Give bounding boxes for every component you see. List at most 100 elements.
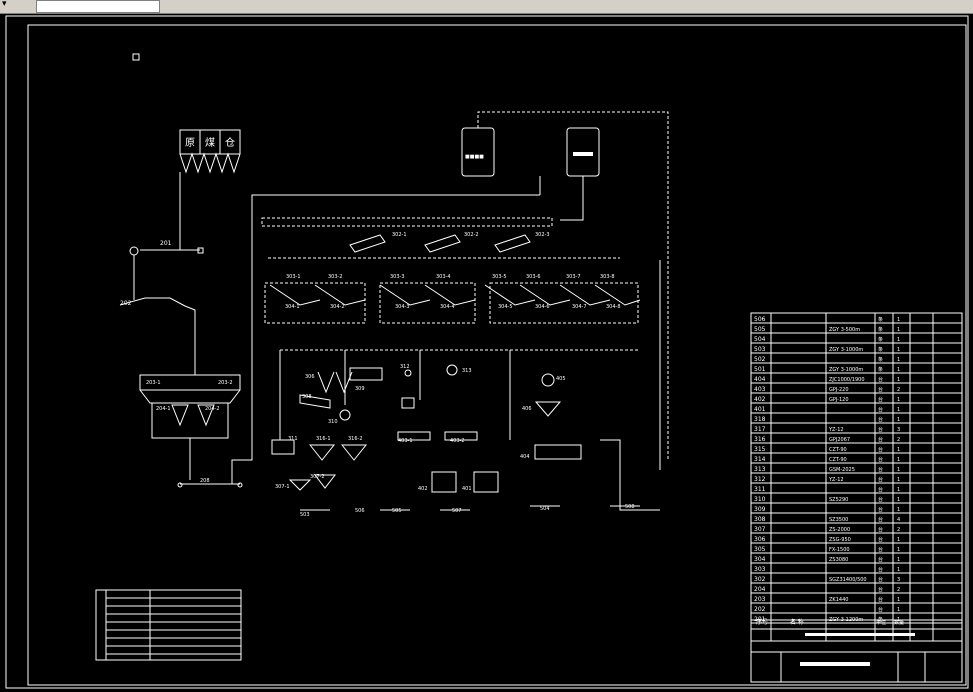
- table-cell-unit: 台: [878, 486, 883, 493]
- table-cell-spec: YZ-12: [828, 427, 844, 433]
- table-cell-no: 318: [754, 416, 766, 423]
- outer-border: [5, 15, 969, 689]
- screen-unit-203: 203-1 203-2 204-1 204-2: [139, 374, 241, 480]
- label-302b: 302-2: [464, 232, 479, 238]
- label-310: 310: [328, 419, 338, 425]
- label-304e: 304-5: [498, 304, 513, 310]
- table-cell-no: 504: [754, 336, 766, 343]
- label-303h: 303-8: [600, 274, 615, 280]
- marker-square: [132, 53, 140, 61]
- legend-box: [95, 589, 242, 661]
- table-cell-unit: 条: [878, 356, 883, 363]
- label-304h: 304-8: [606, 304, 621, 310]
- table-cell-unit: 台: [878, 516, 883, 523]
- bunker-char-2: 煤: [205, 136, 215, 149]
- label-304g: 304-7: [572, 304, 587, 310]
- table-cell-spec: SZ3500: [829, 517, 848, 523]
- label-307a: 307-1: [275, 484, 290, 490]
- table-cell-unit: 台: [878, 586, 883, 593]
- label-303a: 303-1: [286, 274, 301, 280]
- raw-coal-bunker: 原 煤 仓: [179, 129, 241, 174]
- label-316a: 316-1: [316, 436, 331, 442]
- table-cell-unit: 台: [878, 556, 883, 563]
- table-cell-qty: 1: [897, 317, 900, 323]
- table-cell-qty: 1: [897, 417, 900, 423]
- label-508: 508: [625, 504, 635, 510]
- label-303d: 303-4: [436, 274, 451, 280]
- table-cell-unit: 条: [878, 336, 883, 343]
- label-302c: 302-3: [535, 232, 550, 238]
- table-cell-unit: 台: [878, 506, 883, 513]
- table-cell-qty: 1: [897, 407, 900, 413]
- label-404: 404: [520, 454, 530, 460]
- table-cell-unit: 台: [878, 406, 883, 413]
- label-313: 313: [462, 368, 472, 374]
- label-201: 201: [160, 240, 172, 247]
- table-cell-qty: 2: [897, 387, 900, 393]
- table-cell-unit: 台: [878, 436, 883, 443]
- label-403b: 403-2: [450, 438, 465, 444]
- table-cell-unit: 台: [878, 396, 883, 403]
- table-cell-no: 502: [754, 356, 766, 363]
- label-304f: 304-6: [535, 304, 550, 310]
- middle-equipment: 306 309 308 310 311 316-1 316-2 307-1 30…: [271, 260, 661, 518]
- tank-left-label: ■■■■: [465, 154, 484, 160]
- label-312: 312: [400, 364, 410, 370]
- label-303g: 303-7: [566, 274, 581, 280]
- label-308: 308: [302, 394, 312, 400]
- label-309: 309: [355, 386, 365, 392]
- recycle-line: [477, 111, 669, 460]
- label-504: 504: [540, 506, 550, 512]
- dropdown-arrow-icon[interactable]: ▾: [2, 0, 7, 11]
- table-cell-qty: 1: [897, 337, 900, 343]
- table-cell-spec: GPJ-220: [829, 387, 849, 393]
- table-cell-qty: 1: [897, 447, 900, 453]
- label-406: 406: [522, 406, 532, 412]
- table-cell-unit: 台: [878, 606, 883, 613]
- label-203b: 203-2: [218, 380, 233, 386]
- drawing-tab[interactable]: [36, 0, 160, 13]
- table-cell-qty: 1: [897, 487, 900, 493]
- label-303b: 303-2: [328, 274, 343, 280]
- table-cell-qty: 1: [897, 497, 900, 503]
- table-cell-qty: 1: [897, 397, 900, 403]
- table-cell-no: 202: [754, 606, 766, 613]
- table-cell-unit: 台: [878, 466, 883, 473]
- table-cell-spec: ZK1440: [829, 597, 848, 603]
- table-cell-no: 312: [754, 476, 766, 483]
- label-507: 507: [452, 508, 462, 514]
- table-cell-spec: CZT-90: [829, 457, 847, 463]
- label-202: 202: [120, 300, 132, 307]
- inner-border: [27, 24, 967, 686]
- table-cell-no: 203: [754, 596, 766, 603]
- table-cell-no: 306: [754, 536, 766, 543]
- label-405: 405: [556, 376, 566, 382]
- table-cell-qty: 1: [897, 537, 900, 543]
- table-cell-spec: CZT-90: [829, 447, 847, 453]
- table-cell-no: 302: [754, 576, 766, 583]
- table-cell-qty: 2: [897, 527, 900, 533]
- table-cell-spec: ZJC1000/1900: [829, 377, 865, 383]
- process-flow-diagram: 原 煤 仓 201 202 203-1 203-2 204-1 204-2 20…: [5, 15, 969, 689]
- table-cell-no: 308: [754, 516, 766, 523]
- tank-left: ■■■■: [461, 127, 495, 177]
- table-cell-qty: 1: [897, 347, 900, 353]
- bunker-char-3: 仓: [225, 136, 235, 149]
- table-cell-no: 402: [754, 396, 766, 403]
- table-cell-no: 401: [754, 406, 766, 413]
- title-block: [750, 619, 963, 683]
- table-cell-spec: ZGY 3-500m: [829, 327, 860, 333]
- table-cell-spec: ZGY 3-1000m: [829, 367, 863, 373]
- table-cell-no: 506: [754, 316, 766, 323]
- table-cell-no: 404: [754, 376, 766, 383]
- feed-conveyor-201: 201 202: [119, 172, 204, 375]
- table-cell-unit: 台: [878, 496, 883, 503]
- table-cell-unit: 台: [878, 536, 883, 543]
- table-cell-qty: 4: [897, 517, 900, 523]
- table-cell-qty: 1: [897, 377, 900, 383]
- label-316b: 316-2: [348, 436, 363, 442]
- screens-302: 302-1 302-2 302-3: [261, 217, 620, 259]
- label-403a: 403-1: [398, 438, 413, 444]
- label-505: 505: [392, 508, 402, 514]
- table-cell-unit: 台: [878, 456, 883, 463]
